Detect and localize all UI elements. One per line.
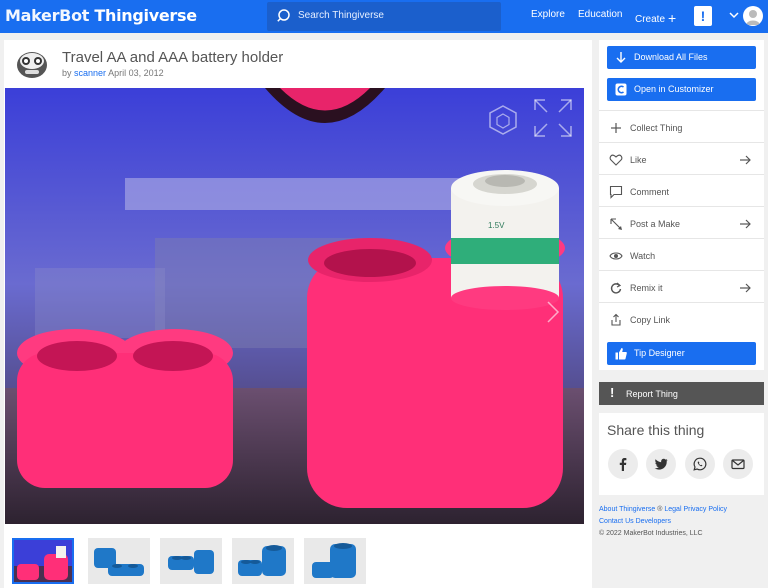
footer-about-link[interactable]: About Thingiverse	[599, 506, 655, 513]
thumbnail-image	[232, 538, 294, 584]
share-email-button[interactable]	[723, 449, 753, 479]
arrow-right-icon	[740, 219, 751, 229]
tip-designer-button[interactable]: Tip Designer	[607, 342, 756, 365]
publish-date: April 03, 2012	[108, 68, 164, 78]
footer-privacy-link[interactable]: Privacy Policy	[683, 506, 727, 513]
nav-education[interactable]: Education	[578, 9, 622, 20]
share-facebook-button[interactable]	[608, 449, 638, 479]
thumbnail[interactable]	[304, 538, 366, 584]
share-whatsapp-button[interactable]	[685, 449, 715, 479]
remix-icon	[610, 282, 622, 294]
comment-label: Comment	[630, 187, 670, 197]
battery-label: 1.5V	[488, 221, 505, 230]
like-action[interactable]: Like	[599, 142, 764, 174]
customizer-icon	[615, 83, 627, 96]
download-label: Download All Files	[634, 52, 708, 62]
customizer-label: Open in Customizer	[634, 84, 714, 94]
post-a-make-label: Post a Make	[630, 219, 681, 229]
arrow-right-icon	[740, 155, 751, 165]
logo-thingiverse-text: Thingiverse	[94, 6, 197, 25]
fullscreen-icon[interactable]	[533, 98, 573, 138]
thumbnail-image	[14, 540, 72, 582]
byline-by: by	[62, 68, 72, 78]
footer-legal-link[interactable]: Legal	[664, 506, 681, 513]
thing-byline: by scanner April 03, 2012	[62, 68, 164, 78]
thing-title: Travel AA and AAA battery holder	[62, 49, 284, 66]
thingiverse-logo[interactable]: MakerBot Thingiverse	[5, 6, 197, 25]
search-box[interactable]: Search Thingiverse	[267, 2, 501, 31]
share-twitter-button[interactable]	[646, 449, 676, 479]
watch-action[interactable]: Watch	[599, 238, 764, 270]
thumbnail-image	[160, 538, 222, 584]
share-icon	[611, 313, 621, 326]
logo-makerbot-text: MakerBot	[5, 6, 90, 25]
collect-thing-action[interactable]: Collect Thing	[599, 110, 764, 142]
footer-copyright: © 2022 MakerBot Industries, LLC	[599, 530, 703, 537]
thumbnail[interactable]	[88, 538, 150, 584]
open-in-customizer-button[interactable]: Open in Customizer	[607, 78, 756, 101]
thumbnail[interactable]	[160, 538, 222, 584]
3d-view-icon[interactable]	[488, 104, 518, 136]
remix-it-action[interactable]: Remix it	[599, 270, 764, 302]
make-icon	[610, 218, 622, 230]
thumbnail-image	[88, 538, 150, 584]
report-thing-button[interactable]: ! Report Thing	[599, 382, 764, 405]
share-title: Share this thing	[607, 422, 705, 438]
thumbnail-image	[304, 538, 366, 584]
share-panel: Share this thing	[599, 413, 764, 495]
thing-main-panel: Travel AA and AAA battery holder by scan…	[4, 40, 592, 588]
plus-icon: +	[668, 10, 677, 26]
twitter-icon	[654, 458, 668, 470]
main-photo[interactable]: 1.5V	[5, 88, 584, 524]
actions-sidebar: Download All Files Open in Customizer Co…	[599, 40, 764, 370]
comment-action[interactable]: Comment	[599, 174, 764, 206]
download-all-files-button[interactable]: Download All Files	[607, 46, 756, 69]
copy-link-label: Copy Link	[630, 315, 671, 325]
collect-thing-label: Collect Thing	[630, 123, 683, 133]
chevron-down-icon[interactable]	[728, 9, 740, 21]
remix-it-label: Remix it	[630, 283, 663, 293]
nav-explore[interactable]: Explore	[531, 9, 565, 20]
plus-icon	[611, 123, 621, 133]
chevron-right-icon[interactable]	[546, 300, 560, 324]
heart-icon	[609, 154, 623, 166]
top-navigation-bar: MakerBot Thingiverse Search Thingiverse …	[0, 0, 768, 33]
facebook-icon	[619, 458, 627, 471]
thumbnail[interactable]	[12, 538, 74, 584]
footer-contact-link[interactable]: Contact Us	[599, 518, 634, 525]
arrow-right-icon	[740, 283, 751, 293]
footer-row-1: About Thingiverse ® Legal Privacy Policy	[599, 506, 727, 513]
search-placeholder[interactable]: Search Thingiverse	[298, 10, 384, 21]
creator-avatar[interactable]	[14, 46, 50, 82]
thumbs-up-icon	[615, 348, 627, 360]
comment-icon	[609, 185, 623, 199]
notifications-button[interactable]: !	[694, 6, 712, 26]
whatsapp-icon	[693, 457, 707, 471]
nav-create[interactable]: Create +	[635, 9, 677, 26]
footer-row-2: Contact Us Developers	[599, 518, 671, 525]
alert-icon: !	[610, 385, 615, 400]
email-icon	[731, 459, 745, 470]
post-a-make-action[interactable]: Post a Make	[599, 206, 764, 238]
copy-link-action[interactable]: Copy Link	[599, 302, 764, 334]
like-label: Like	[630, 155, 647, 165]
report-thing-label: Report Thing	[626, 389, 678, 399]
tip-designer-label: Tip Designer	[634, 348, 685, 358]
eye-icon	[609, 252, 623, 260]
author-link[interactable]: scanner	[74, 68, 106, 78]
search-icon	[277, 9, 290, 22]
watch-label: Watch	[630, 251, 656, 261]
user-avatar[interactable]	[743, 6, 763, 26]
robot-avatar-icon	[17, 52, 47, 78]
battery-holder-photo: 1.5V	[5, 88, 584, 524]
user-icon	[746, 10, 760, 25]
nav-create-label: Create	[635, 14, 666, 25]
thumbnail[interactable]	[232, 538, 294, 584]
footer-registered: ®	[657, 506, 663, 513]
download-icon	[616, 52, 626, 63]
footer-developers-link[interactable]: Developers	[636, 518, 671, 525]
